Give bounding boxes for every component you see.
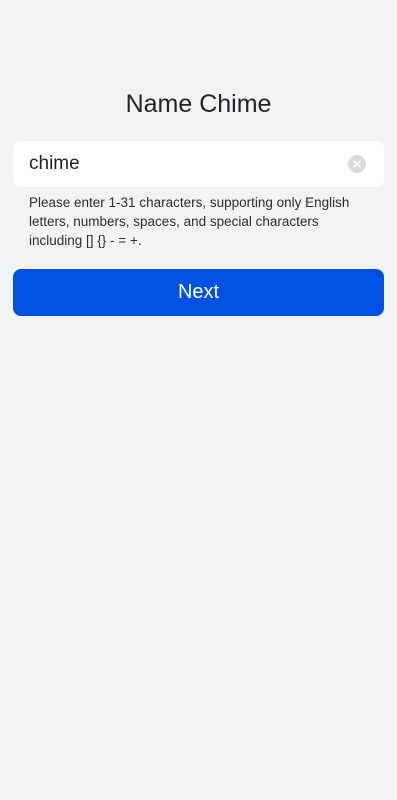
name-input-container [13,141,384,187]
name-input[interactable] [29,141,339,187]
input-hint-text: Please enter 1-31 characters, supporting… [29,195,350,248]
page-title: Name Chime [125,90,272,118]
clear-icon[interactable] [348,155,366,173]
next-button[interactable]: Next [13,269,384,316]
